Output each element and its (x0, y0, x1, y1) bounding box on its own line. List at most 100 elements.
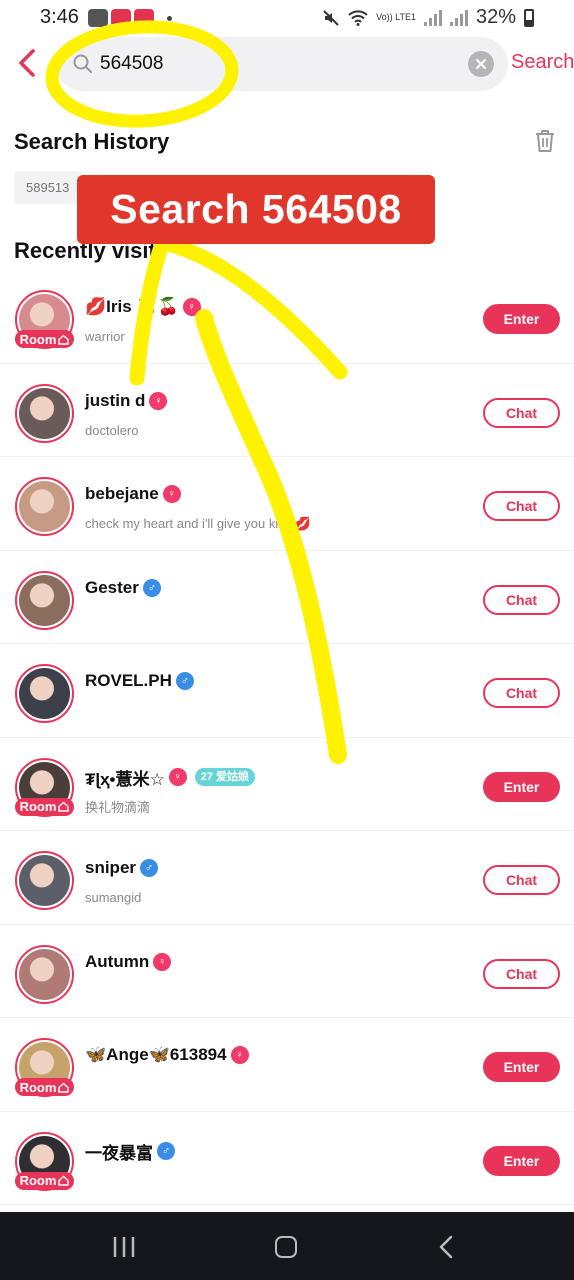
list-item[interactable]: justin d ♀ doctolero Chat (0, 364, 574, 457)
user-name: ₮ɭҳ•薏米☆ (85, 769, 165, 789)
list-item[interactable]: sniper ♂ sumangid Chat (0, 831, 574, 925)
chat-button[interactable]: Chat (483, 584, 560, 615)
user-name-line: Gester ♂ (85, 578, 161, 598)
enter-room-button[interactable]: Enter (483, 304, 560, 334)
search-annotation-label: Search 564508 (77, 175, 435, 244)
list-item[interactable]: Room 一夜暴富 ♂ Enter (0, 1112, 574, 1205)
room-badge-label: Room (19, 331, 57, 347)
list-item[interactable]: Room 🦋Ange🦋613894 ♀ Enter (0, 1018, 574, 1112)
status-bar: 3:46 Vo)) LTE1 32% (0, 0, 574, 36)
recent-visits-list: Room 💋Iris 🍒🍒 ♀ warrior Enter justin d ♀ doctol… (0, 270, 574, 1205)
level-badge: 27 爱姑娘 (194, 768, 256, 786)
notification-icons (88, 9, 172, 27)
user-name: 🦋Ange🦋613894 (85, 1045, 227, 1064)
search-input[interactable] (100, 48, 460, 80)
chat-button[interactable]: Chat (483, 397, 560, 428)
list-item[interactable]: ROVEL.PH ♂ Chat (0, 644, 574, 738)
home-icon (58, 1175, 70, 1186)
history-chip[interactable]: 589513 (14, 171, 82, 204)
user-name-line: ROVEL.PH ♂ (85, 671, 194, 691)
home-icon (58, 334, 70, 345)
avatar[interactable] (15, 851, 74, 910)
trash-icon (536, 130, 554, 152)
list-item[interactable]: bebejane ♀ check my heart and i'll give yo… (0, 457, 574, 551)
user-name: Autumn (85, 951, 150, 971)
chat-button[interactable]: Chat (483, 865, 560, 895)
enter-room-button[interactable]: Enter (483, 1145, 560, 1176)
avatar[interactable] (15, 944, 74, 1004)
enter-room-button[interactable]: Enter (483, 771, 560, 802)
list-item[interactable]: Gester ♂ Chat (0, 551, 574, 644)
user-name-line: ₮ɭҳ•薏米☆ ♀ 27 爱姑娘 (85, 765, 256, 790)
search-bar[interactable] (56, 37, 508, 91)
enter-room-button[interactable]: Enter (483, 1052, 560, 1082)
female-icon: ♀ (168, 768, 187, 786)
back-nav-icon[interactable] (438, 1235, 454, 1259)
clear-history-button[interactable] (533, 128, 557, 159)
signal-icon (449, 9, 468, 26)
avatar[interactable] (15, 570, 74, 630)
male-icon: ♂ (142, 578, 161, 597)
home-icon (58, 801, 70, 812)
room-badge: Room (15, 797, 74, 816)
search-button[interactable]: Search (511, 51, 574, 74)
female-icon: ♀ (182, 298, 201, 316)
user-name-line: 💋Iris 🍒🍒 ♀ (85, 297, 201, 317)
room-badge: Room (15, 330, 74, 348)
user-bio: check my heart and i'll give you kiss 💋 (85, 516, 312, 531)
app-notification-icon (111, 9, 131, 27)
gallery-notification-icon (88, 9, 108, 27)
chevron-left-icon (19, 49, 35, 77)
user-bio: sumangid (85, 890, 142, 905)
avatar-image (19, 668, 70, 719)
chat-button[interactable]: Chat (483, 678, 560, 708)
battery-icon (524, 8, 534, 27)
avatar[interactable] (15, 383, 74, 443)
user-name: 💋Iris 🍒🍒 (85, 297, 179, 316)
room-badge-label: Room (19, 1173, 57, 1188)
user-name-line: Autumn ♀ (85, 951, 172, 972)
close-icon (476, 59, 486, 69)
avatar[interactable] (15, 664, 74, 723)
user-bio: warrior (85, 329, 125, 344)
female-icon: ♀ (149, 391, 168, 410)
male-icon: ♂ (140, 859, 159, 877)
system-status: Vo)) LTE1 32% (322, 6, 534, 29)
male-icon: ♂ (157, 1142, 175, 1160)
room-badge-label: Room (19, 799, 57, 814)
battery-percent: 32% (475, 6, 516, 28)
list-item[interactable]: Autumn ♀ Chat (0, 925, 574, 1018)
room-badge-label: Room (19, 1079, 57, 1095)
user-name: ROVEL.PH (85, 671, 172, 690)
home-icon[interactable] (275, 1236, 297, 1258)
room-badge: Room (15, 1171, 74, 1190)
search-history-title: Search History (14, 129, 170, 154)
list-item[interactable]: Room 💋Iris 🍒🍒 ♀ warrior Enter (0, 270, 574, 364)
female-icon: ♀ (153, 952, 172, 971)
user-name: Gester (85, 577, 139, 597)
avatar-image (19, 855, 70, 906)
home-icon (58, 1082, 70, 1093)
user-name: 一夜暴富 (85, 1143, 153, 1163)
user-name-line: justin d ♀ (85, 390, 168, 411)
avatar-image (19, 574, 70, 626)
recent-apps-icon[interactable] (112, 1236, 136, 1258)
app-notification-icon (134, 9, 154, 27)
clear-search-button[interactable] (468, 51, 494, 77)
chat-button[interactable]: Chat (483, 491, 560, 521)
back-button[interactable] (12, 46, 42, 80)
chat-button[interactable]: Chat (483, 958, 560, 989)
status-time: 3:46 (40, 6, 79, 28)
user-name-line: 🦋Ange🦋613894 ♀ (85, 1045, 249, 1065)
avatar[interactable] (15, 477, 74, 536)
list-item[interactable]: Room ₮ɭҳ•薏米☆ ♀ 27 爱姑娘换礼物滴滴 Enter (0, 738, 574, 831)
user-name: justin d (85, 390, 146, 410)
user-name-line: bebejane ♀ (85, 484, 181, 504)
volte-label: Vo)) LTE1 (376, 12, 416, 22)
female-icon: ♀ (230, 1046, 249, 1064)
male-icon: ♂ (175, 672, 194, 690)
avatar-image (19, 481, 70, 532)
user-bio: 换礼物滴滴 (85, 799, 151, 815)
wifi-icon (348, 9, 368, 26)
more-notifications-icon (167, 15, 172, 21)
